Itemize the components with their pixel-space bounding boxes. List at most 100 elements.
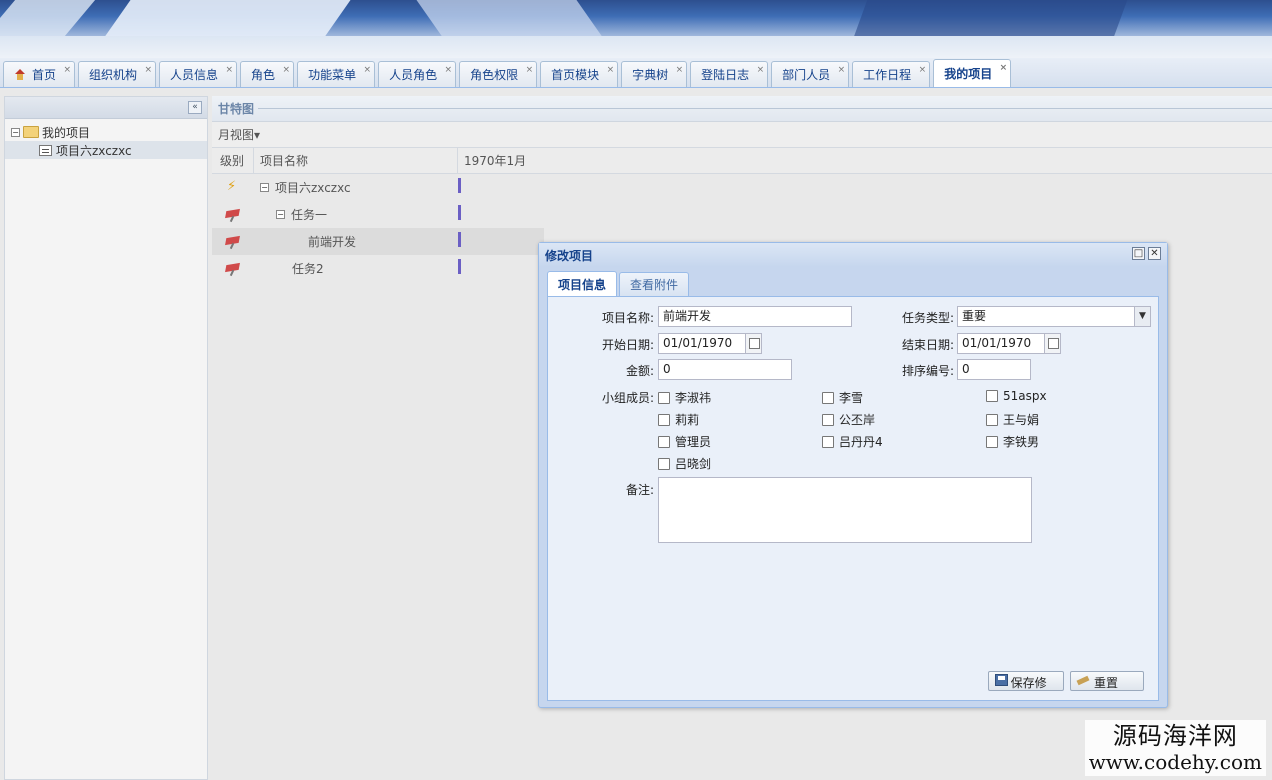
tree-toggle-icon[interactable]: −: [11, 127, 20, 137]
close-tab-icon[interactable]: ×: [838, 65, 846, 75]
close-tab-icon[interactable]: ×: [526, 65, 534, 75]
checkbox-icon[interactable]: [822, 413, 834, 426]
close-tab-icon[interactable]: ×: [445, 65, 453, 75]
tree-node-project[interactable]: 项目六zxczxc: [5, 141, 207, 159]
column-name[interactable]: 项目名称: [254, 148, 458, 173]
end-date-input[interactable]: 01/01/1970: [957, 333, 1045, 354]
remark-textarea[interactable]: [658, 477, 1032, 543]
maximize-icon[interactable]: □: [1132, 247, 1145, 260]
close-tab-icon[interactable]: ×: [226, 65, 234, 75]
tab-6[interactable]: 角色权限 ×: [459, 61, 538, 87]
header-strip: [0, 36, 1272, 58]
tab-7[interactable]: 首页模块 ×: [540, 61, 619, 87]
calendar-icon[interactable]: [745, 333, 762, 354]
start-date-input[interactable]: 01/01/1970: [658, 333, 746, 354]
column-level[interactable]: 级别: [212, 148, 254, 173]
save-button[interactable]: 保存修改: [988, 671, 1064, 691]
member-name: 吕丹丹4: [839, 435, 883, 449]
home-icon: [14, 68, 26, 81]
close-tab-icon[interactable]: ×: [283, 65, 291, 75]
checkbox-icon[interactable]: [658, 457, 670, 470]
tab-3[interactable]: 角色 ×: [240, 61, 295, 87]
order-number-input[interactable]: 0: [957, 359, 1031, 380]
tab-attachments[interactable]: 查看附件: [619, 272, 690, 296]
timeline-bar[interactable]: [458, 259, 461, 274]
timeline-bar[interactable]: [458, 178, 461, 193]
tab-1[interactable]: 组织机构 ×: [78, 61, 157, 87]
checkbox-icon[interactable]: [658, 435, 670, 448]
member-checkbox[interactable]: 王与娟: [986, 411, 1039, 428]
tree-node-root[interactable]: − 我的项目: [5, 123, 207, 141]
close-tab-icon[interactable]: ×: [919, 65, 927, 75]
close-tab-icon[interactable]: ×: [757, 65, 765, 75]
member-name: 王与娟: [1003, 413, 1040, 427]
tab-8[interactable]: 字典树 ×: [621, 61, 688, 87]
timeline-bar[interactable]: [458, 232, 461, 247]
member-checkbox[interactable]: 李淑祎: [658, 389, 711, 406]
tab-12[interactable]: 我的项目 ×: [933, 59, 1012, 87]
tab-project-info[interactable]: 项目信息: [547, 271, 618, 296]
close-tab-icon[interactable]: ×: [144, 65, 152, 75]
tab-4[interactable]: 功能菜单 ×: [297, 61, 376, 87]
close-tab-icon[interactable]: ×: [1000, 63, 1008, 73]
chevron-down-icon[interactable]: ▼: [1134, 306, 1151, 327]
view-menu-button[interactable]: 月视图▾: [218, 126, 260, 143]
member-name: 李淑祎: [675, 391, 712, 405]
member-checkbox[interactable]: 51aspx: [986, 389, 1047, 403]
project-tree-panel: « − 我的项目 项目六zxczxc: [4, 96, 208, 780]
name-cell: − 项目六zxczxc: [254, 179, 458, 196]
gantt-row[interactable]: − 任务一: [212, 201, 1272, 228]
close-icon[interactable]: ✕: [1148, 247, 1161, 260]
project-name-label: 项目名称:: [601, 311, 654, 325]
watermark-url: www.codehy.com: [1088, 750, 1262, 774]
reset-button[interactable]: 重置: [1070, 671, 1144, 691]
member-name: 吕晓剑: [675, 457, 712, 471]
end-date-label: 结束日期:: [901, 338, 954, 352]
close-tab-icon[interactable]: ×: [63, 65, 71, 75]
collapse-icon[interactable]: −: [260, 183, 269, 192]
tab-0[interactable]: 首页 ×: [3, 61, 76, 87]
member-checkbox[interactable]: 莉莉: [658, 411, 699, 428]
dialog-header[interactable]: 修改项目: [539, 243, 1167, 267]
member-name: 管理员: [675, 435, 712, 449]
collapse-icon[interactable]: −: [276, 210, 285, 219]
checkbox-icon[interactable]: [658, 391, 670, 404]
member-checkbox[interactable]: 李铁男: [986, 433, 1039, 450]
remark-label: 备注:: [625, 483, 654, 497]
amount-label: 金额:: [625, 364, 654, 378]
project-name-input[interactable]: 前端开发: [658, 306, 852, 327]
close-tab-icon[interactable]: ×: [607, 65, 615, 75]
member-checkbox[interactable]: 吕晓剑: [658, 455, 711, 472]
tab-label: 组织机构: [89, 68, 138, 82]
member-checkbox[interactable]: 管理员: [658, 433, 711, 450]
pin-icon: [225, 208, 241, 222]
tab-5[interactable]: 人员角色 ×: [378, 61, 457, 87]
save-icon: [995, 674, 1008, 686]
calendar-icon[interactable]: [1044, 333, 1061, 354]
member-checkbox[interactable]: 吕丹丹4: [822, 433, 883, 450]
timeline-bar[interactable]: [458, 205, 461, 220]
member-checkbox[interactable]: 公丕岸: [822, 411, 875, 428]
tab-10[interactable]: 部门人员 ×: [771, 61, 850, 87]
close-tab-icon[interactable]: ×: [364, 65, 372, 75]
checkbox-icon[interactable]: [986, 413, 998, 426]
collapse-panel-button[interactable]: «: [188, 101, 202, 114]
task-type-select[interactable]: 重要: [957, 306, 1135, 327]
checkbox-icon[interactable]: [822, 435, 834, 448]
checkbox-icon[interactable]: [658, 413, 670, 426]
header-banner: [0, 0, 1272, 36]
task-name: 项目六zxczxc: [275, 181, 351, 195]
gantt-row[interactable]: −项目六zxczxc: [212, 174, 1272, 201]
checkbox-icon[interactable]: [986, 435, 998, 448]
amount-input[interactable]: 0: [658, 359, 792, 380]
tab-11[interactable]: 工作日程 ×: [852, 61, 931, 87]
close-tab-icon[interactable]: ×: [676, 65, 684, 75]
name-cell: 前端开发: [254, 233, 458, 250]
checkbox-icon[interactable]: [986, 390, 998, 402]
tab-2[interactable]: 人员信息 ×: [159, 61, 238, 87]
member-checkbox[interactable]: 李雪: [822, 389, 863, 406]
checkbox-icon[interactable]: [822, 391, 834, 404]
tab-label: 人员信息: [170, 68, 219, 82]
tab-9[interactable]: 登陆日志 ×: [690, 61, 769, 87]
gantt-row[interactable]: 前端开发: [212, 228, 544, 255]
